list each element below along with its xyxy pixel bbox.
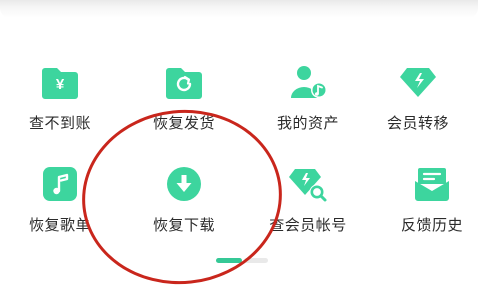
tile-label: 查不到账 [28,114,91,132]
page-dot-active [216,258,242,263]
tile-feedback-history[interactable]: 反馈历史 [372,164,478,254]
diamond-search-icon [288,164,328,204]
svg-text:¥: ¥ [56,76,65,93]
tile-restore-playlist[interactable]: 恢复歌单 [0,164,120,254]
refresh-folder-icon [164,62,204,102]
tile-label: 反馈历史 [400,216,463,234]
service-grid-panel: ¥ 查不到账 恢复发货 我的资产 会员转移 恢复歌单 恢复下载 查会员帐号 反馈… [0,0,478,293]
top-divider [0,0,478,18]
tile-membership-transfer[interactable]: 会员转移 [358,62,478,152]
tile-label: 我的资产 [276,114,339,132]
tile-my-assets[interactable]: 我的资产 [248,62,368,152]
page-indicator [216,258,268,264]
tile-label: 会员转移 [386,114,449,132]
tile-unfound-account[interactable]: ¥ 查不到账 [0,62,120,152]
tile-label: 查会员帐号 [269,216,347,234]
tile-check-member-account[interactable]: 查会员帐号 [248,164,368,254]
yen-folder-icon: ¥ [40,62,80,102]
tile-label: 恢复下载 [152,216,215,234]
envelope-icon [412,164,452,204]
tile-label: 恢复发货 [152,114,215,132]
music-note-icon [40,164,80,204]
tile-label: 恢复歌单 [28,216,91,234]
tile-restore-shipping[interactable]: 恢复发货 [124,62,244,152]
user-music-icon [288,62,328,102]
tile-restore-download[interactable]: 恢复下载 [124,164,244,254]
page-dot [244,258,268,263]
download-circle-icon [164,164,204,204]
diamond-transfer-icon [398,62,438,102]
